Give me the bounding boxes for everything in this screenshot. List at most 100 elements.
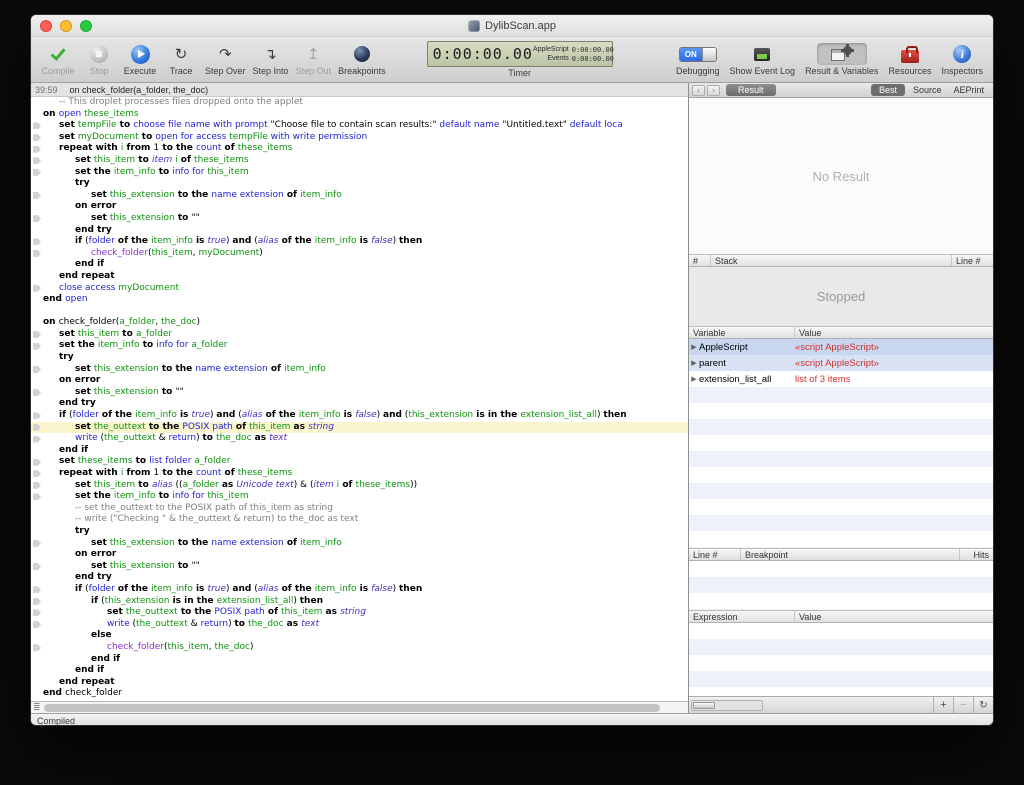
code-line[interactable]: try bbox=[31, 526, 688, 538]
code-line[interactable]: end open bbox=[31, 294, 688, 306]
code-line[interactable]: set these_items to list folder a_folder bbox=[31, 456, 688, 468]
code-line[interactable]: set the item_info to info for this_item bbox=[31, 491, 688, 503]
code-line[interactable]: on error bbox=[31, 375, 688, 387]
result-tab[interactable]: Result bbox=[726, 84, 776, 96]
breakpoint-gutter-marker[interactable] bbox=[31, 609, 43, 616]
breakpoint-gutter-marker[interactable] bbox=[31, 598, 43, 605]
trace-button[interactable]: ↻ Trace bbox=[164, 43, 198, 77]
breakpoint-gutter-marker[interactable] bbox=[31, 122, 43, 129]
mode-aeprint[interactable]: AEPrint bbox=[949, 84, 988, 96]
code-line[interactable]: set this_item to a_folder bbox=[31, 329, 688, 341]
code-line[interactable]: set this_extension to the name extension… bbox=[31, 364, 688, 376]
breakpoint-gutter-marker[interactable] bbox=[31, 493, 43, 500]
refresh-button[interactable]: ↻ bbox=[973, 697, 993, 713]
expressions-hscrollbar[interactable] bbox=[691, 699, 763, 711]
code-line[interactable]: set this_item to alias ((a_folder as Uni… bbox=[31, 480, 688, 492]
code-line[interactable]: end try bbox=[31, 572, 688, 584]
code-line[interactable]: check_folder(this_item, myDocument) bbox=[31, 248, 688, 260]
code-line[interactable]: end if bbox=[31, 665, 688, 677]
inspectors-button[interactable]: i Inspectors bbox=[941, 43, 983, 76]
breakpoint-gutter-marker[interactable] bbox=[31, 459, 43, 466]
code-line[interactable] bbox=[31, 306, 688, 318]
code-line[interactable]: write (the_outtext & return) to the_doc … bbox=[31, 619, 688, 631]
code-line[interactable]: set this_extension to "" bbox=[31, 561, 688, 573]
code-line[interactable]: set this_extension to the name extension… bbox=[31, 538, 688, 550]
breakpoints-button[interactable]: Breakpoints bbox=[338, 43, 386, 76]
annotation-icon[interactable]: ≣ bbox=[33, 703, 41, 712]
variable-row-applescript[interactable]: ▶ AppleScript «script AppleScript» bbox=[689, 339, 993, 355]
breakpoint-gutter-marker[interactable] bbox=[31, 540, 43, 547]
debugging-toggle[interactable]: ON Debugging bbox=[676, 43, 720, 76]
disclosure-triangle-icon[interactable]: ▶ bbox=[689, 359, 699, 367]
code-line[interactable]: -- set the_outtext to the POSIX path of … bbox=[31, 503, 688, 515]
code-line[interactable]: set the item_info to info for a_folder bbox=[31, 340, 688, 352]
breakpoint-gutter-marker[interactable] bbox=[31, 169, 43, 176]
breakpoint-gutter-marker[interactable] bbox=[31, 424, 43, 431]
breakpoint-gutter-marker[interactable] bbox=[31, 285, 43, 292]
code-line[interactable]: end try bbox=[31, 398, 688, 410]
hscroll-track[interactable] bbox=[43, 703, 686, 712]
step-out-button[interactable]: ↥ Step Out bbox=[296, 43, 332, 77]
breakpoint-gutter-marker[interactable] bbox=[31, 586, 43, 593]
breakpoint-gutter-marker[interactable] bbox=[31, 146, 43, 153]
code-line[interactable]: write (the_outtext & return) to the_doc … bbox=[31, 433, 688, 445]
breakpoint-gutter-marker[interactable] bbox=[31, 563, 43, 570]
disclosure-triangle-icon[interactable]: ▶ bbox=[689, 343, 699, 351]
code-line[interactable]: on error bbox=[31, 549, 688, 561]
code-line[interactable]: end check_folder bbox=[31, 688, 688, 700]
variable-row-extension-list[interactable]: ▶ extension_list_all list of 3 items bbox=[689, 371, 993, 387]
breakpoint-gutter-marker[interactable] bbox=[31, 250, 43, 257]
code-line[interactable]: if (folder of the item_info is true) and… bbox=[31, 584, 688, 596]
code-line[interactable]: if (this_extension is in the extension_l… bbox=[31, 596, 688, 608]
code-line[interactable]: end if bbox=[31, 445, 688, 457]
code-line[interactable]: set myDocument to open for access tempFi… bbox=[31, 132, 688, 144]
hscroll-thumb[interactable] bbox=[43, 703, 661, 712]
code-line[interactable]: on open these_items bbox=[31, 109, 688, 121]
remove-expression-button[interactable]: − bbox=[953, 697, 973, 713]
code-line[interactable]: set tempFile to choose file name with pr… bbox=[31, 120, 688, 132]
show-event-log-button[interactable]: Show Event Log bbox=[730, 43, 795, 76]
expressions-hscroll-thumb[interactable] bbox=[693, 701, 715, 709]
breakpoint-gutter-marker[interactable] bbox=[31, 331, 43, 338]
code-line[interactable]: try bbox=[31, 352, 688, 364]
variable-row-parent[interactable]: ▶ parent «script AppleScript» bbox=[689, 355, 993, 371]
breakpoint-gutter-marker[interactable] bbox=[31, 621, 43, 628]
step-into-button[interactable]: ↴ Step Into bbox=[253, 43, 289, 77]
minimize-button[interactable] bbox=[60, 20, 72, 32]
editor-horizontal-scrollbar[interactable]: ≣ bbox=[31, 701, 688, 713]
breakpoint-gutter-marker[interactable] bbox=[31, 412, 43, 419]
code-line[interactable]: try bbox=[31, 178, 688, 190]
code-line[interactable]: check_folder(this_item, the_doc) bbox=[31, 642, 688, 654]
code-line[interactable]: end try bbox=[31, 225, 688, 237]
code-line[interactable]: on error bbox=[31, 201, 688, 213]
breakpoint-gutter-marker[interactable] bbox=[31, 644, 43, 651]
breakpoint-gutter-marker[interactable] bbox=[31, 482, 43, 489]
code-line[interactable]: end if bbox=[31, 259, 688, 271]
breakpoint-gutter-marker[interactable] bbox=[31, 134, 43, 141]
breakpoint-gutter-marker[interactable] bbox=[31, 238, 43, 245]
execute-button[interactable]: Execute bbox=[123, 43, 157, 76]
add-expression-button[interactable]: + bbox=[933, 697, 953, 713]
close-button[interactable] bbox=[40, 20, 52, 32]
breakpoint-gutter-marker[interactable] bbox=[31, 389, 43, 396]
breakpoint-gutter-marker[interactable] bbox=[31, 436, 43, 443]
code-line[interactable]: repeat with i from 1 to the count of the… bbox=[31, 143, 688, 155]
breakpoint-gutter-marker[interactable] bbox=[31, 192, 43, 199]
code-line[interactable]: end repeat bbox=[31, 271, 688, 283]
resources-button[interactable]: Resources bbox=[888, 43, 931, 76]
code-line[interactable]: -- This droplet processes files dropped … bbox=[31, 97, 688, 109]
step-over-button[interactable]: ↷ Step Over bbox=[205, 43, 246, 77]
forward-button[interactable]: › bbox=[707, 84, 720, 96]
code-line[interactable]: on check_folder(a_folder, the_doc) bbox=[31, 317, 688, 329]
code-line[interactable]: end if bbox=[31, 654, 688, 666]
debugging-switch-icon[interactable]: ON bbox=[678, 46, 717, 62]
breakpoint-gutter-marker[interactable] bbox=[31, 470, 43, 477]
code-area[interactable]: -- This droplet processes files dropped … bbox=[31, 97, 688, 701]
breakpoint-gutter-marker[interactable] bbox=[31, 343, 43, 350]
code-line[interactable]: set this_extension to "" bbox=[31, 387, 688, 399]
breakpoint-gutter-marker[interactable] bbox=[31, 215, 43, 222]
code-line[interactable]: set this_extension to "" bbox=[31, 213, 688, 225]
breakpoint-gutter-marker[interactable] bbox=[31, 157, 43, 164]
code-line[interactable]: set the item_info to info for this_item bbox=[31, 167, 688, 179]
code-line[interactable]: if (folder of the item_info is true) and… bbox=[31, 236, 688, 248]
